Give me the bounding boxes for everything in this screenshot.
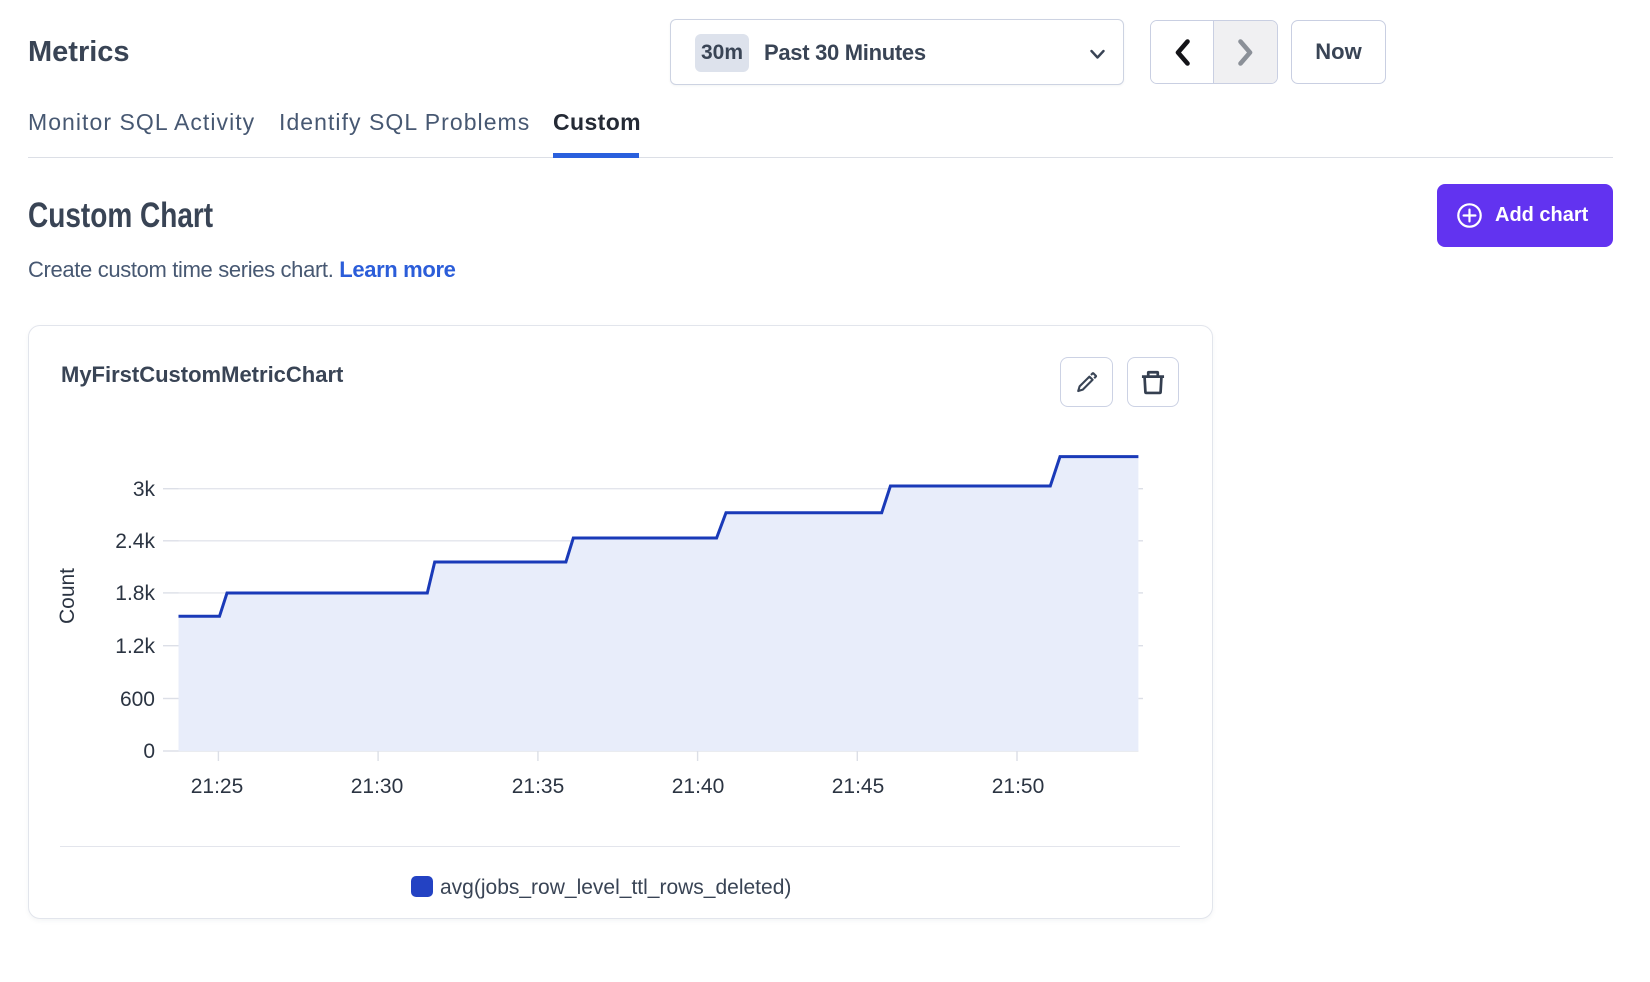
svg-text:21:35: 21:35 bbox=[512, 775, 565, 798]
svg-text:21:50: 21:50 bbox=[992, 775, 1045, 798]
svg-text:21:25: 21:25 bbox=[191, 775, 244, 798]
svg-text:1.8k: 1.8k bbox=[115, 582, 155, 605]
svg-text:21:40: 21:40 bbox=[672, 775, 725, 798]
svg-text:2.4k: 2.4k bbox=[115, 530, 155, 553]
svg-text:1.2k: 1.2k bbox=[115, 635, 155, 658]
svg-text:Count: Count bbox=[56, 568, 79, 624]
svg-text:600: 600 bbox=[120, 688, 155, 711]
svg-text:21:45: 21:45 bbox=[832, 775, 885, 798]
svg-text:3k: 3k bbox=[133, 478, 156, 501]
svg-text:21:30: 21:30 bbox=[351, 775, 404, 798]
svg-text:0: 0 bbox=[143, 740, 155, 763]
